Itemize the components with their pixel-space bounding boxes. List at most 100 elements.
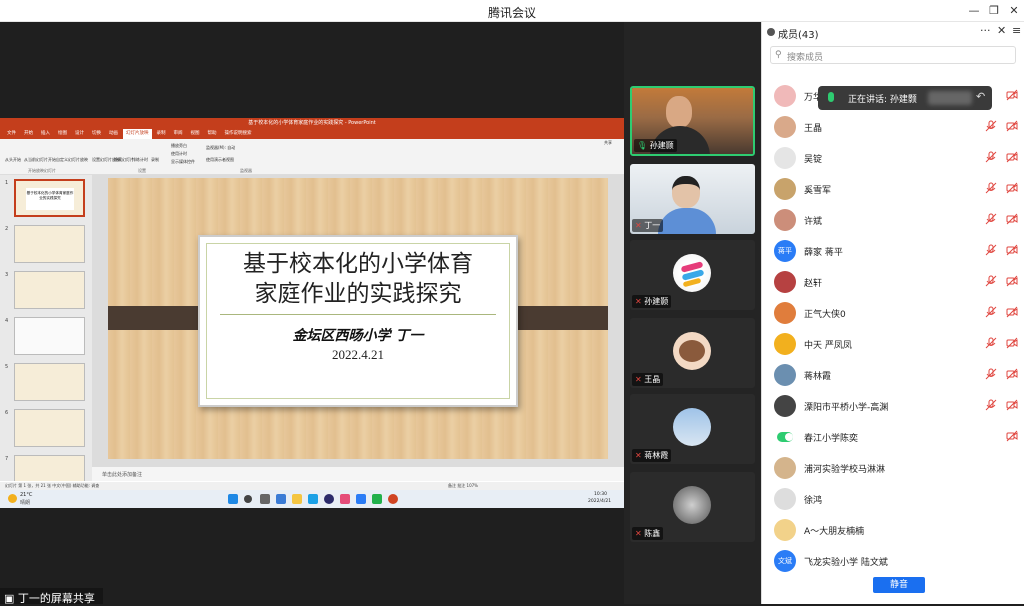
tab-insert[interactable]: 插入 xyxy=(38,129,53,139)
slide-canvas: 基于校本化的小学体育 家庭作业的实践探究 金坛区西旸小学 丁一 2022.4.2… xyxy=(92,175,624,467)
timings-checkbox[interactable]: 使用计时 xyxy=(171,151,187,157)
tab-view[interactable]: 视图 xyxy=(188,129,203,139)
member-row[interactable]: 正气大侠0 xyxy=(762,297,1024,328)
custom-show-button[interactable]: 自定义幻灯片放映 xyxy=(56,157,88,163)
undo-icon[interactable]: ↶ xyxy=(976,90,985,103)
file-explorer-icon[interactable] xyxy=(292,494,302,504)
rehearse-button[interactable]: 排练计时 xyxy=(132,157,148,163)
camera-off-icon[interactable] xyxy=(1006,399,1018,411)
slide-thumbnail[interactable] xyxy=(14,225,85,263)
task-view-icon[interactable] xyxy=(260,494,270,504)
camera-off-icon[interactable] xyxy=(1006,368,1018,380)
close-icon[interactable]: ✕ xyxy=(997,24,1006,37)
tab-home[interactable]: 开始 xyxy=(21,129,36,139)
mic-muted-icon[interactable] xyxy=(985,120,997,132)
member-row[interactable]: 徐鸿 xyxy=(762,483,1024,514)
camera-off-icon[interactable] xyxy=(1006,151,1018,163)
camera-off-icon[interactable] xyxy=(1006,275,1018,287)
from-current-button[interactable]: 从当前幻灯片开始 xyxy=(24,157,56,163)
video-tile[interactable]: 🎙 孙建颢 xyxy=(630,86,755,156)
camera-off-icon[interactable] xyxy=(1006,430,1018,442)
mic-muted-icon[interactable] xyxy=(985,368,997,380)
slide-thumbnail[interactable] xyxy=(14,317,85,355)
group-label-monitor: 监视器 xyxy=(240,168,252,173)
slide-thumbnail[interactable] xyxy=(14,409,85,447)
media-controls-checkbox[interactable]: 显示媒体控件 xyxy=(171,159,195,165)
camera-off-icon[interactable] xyxy=(1006,337,1018,349)
member-row[interactable]: 春江小学陈奕 xyxy=(762,421,1024,452)
tell-me-search[interactable]: 操作说明搜索 xyxy=(222,129,255,139)
wechat-icon[interactable] xyxy=(372,494,382,504)
mic-muted-icon[interactable] xyxy=(985,306,997,318)
tab-review[interactable]: 审阅 xyxy=(171,129,186,139)
camera-off-icon[interactable] xyxy=(1006,120,1018,132)
presenter-view-checkbox[interactable]: 使用演示者视图 xyxy=(206,157,234,163)
video-tile[interactable]: ✕ 陈鑫 xyxy=(630,472,755,542)
from-start-button[interactable]: 从头开始 xyxy=(5,157,21,163)
record-button[interactable]: 录制 xyxy=(151,157,159,163)
camera-off-icon[interactable] xyxy=(1006,306,1018,318)
search-icon[interactable] xyxy=(244,495,252,503)
member-row[interactable]: 浦河实验学校马淋淋 xyxy=(762,452,1024,483)
close-button[interactable]: ✕ xyxy=(1006,3,1022,19)
share-button[interactable]: 共享 xyxy=(604,140,612,146)
member-row[interactable]: 中天 严凤凤 xyxy=(762,328,1024,359)
slide[interactable]: 基于校本化的小学体育 家庭作业的实践探究 金坛区西旸小学 丁一 2022.4.2… xyxy=(108,178,608,459)
more-icon[interactable]: ··· xyxy=(980,24,991,37)
tab-record[interactable]: 录制 xyxy=(154,129,169,139)
member-row[interactable]: 吴锭 xyxy=(762,142,1024,173)
video-tile[interactable]: ✕ 丁一 xyxy=(630,164,755,234)
slide-divider xyxy=(220,314,496,315)
widgets-icon[interactable] xyxy=(276,494,286,504)
tab-design[interactable]: 设计 xyxy=(72,129,87,139)
member-row[interactable]: A～大朋友楠楠 xyxy=(762,514,1024,545)
menu-icon[interactable]: ≡ xyxy=(1012,24,1021,37)
tab-transitions[interactable]: 切换 xyxy=(89,129,104,139)
camera-off-icon[interactable] xyxy=(1006,213,1018,225)
tab-help[interactable]: 帮助 xyxy=(205,129,220,139)
monitor-select[interactable]: 监视器(M): 自动 xyxy=(206,145,235,151)
narration-checkbox[interactable]: 播放旁白 xyxy=(171,143,187,149)
slide-thumbnail[interactable] xyxy=(14,271,85,309)
camera-off-icon[interactable] xyxy=(1006,89,1018,101)
start-icon[interactable] xyxy=(228,494,238,504)
slide-thumbnail[interactable] xyxy=(14,455,85,481)
edge-icon[interactable] xyxy=(308,494,318,504)
mic-muted-icon[interactable] xyxy=(985,275,997,287)
mic-muted-icon[interactable] xyxy=(985,151,997,163)
member-row[interactable]: 蒋林霞 xyxy=(762,359,1024,390)
mic-muted-icon[interactable] xyxy=(985,182,997,194)
hide-slide-button[interactable]: 隐藏幻灯片 xyxy=(114,157,134,163)
member-row[interactable]: 许斌 xyxy=(762,204,1024,235)
member-row[interactable]: 文斌 飞龙实验小学 陆文斌 xyxy=(762,545,1024,576)
minimize-button[interactable]: — xyxy=(966,3,982,19)
mute-all-button[interactable]: 静音 xyxy=(873,577,925,593)
tab-draw[interactable]: 绘图 xyxy=(55,129,70,139)
restore-button[interactable]: ❐ xyxy=(986,3,1002,19)
app-icon[interactable] xyxy=(340,494,350,504)
steam-icon[interactable] xyxy=(324,494,334,504)
meeting-icon[interactable] xyxy=(356,494,366,504)
member-search-input[interactable]: ⚲ 搜索成员 xyxy=(770,46,1016,64)
slide-thumbnail[interactable] xyxy=(14,363,85,401)
notes-pane[interactable]: 单击此处添加备注 xyxy=(92,467,624,481)
tab-slideshow[interactable]: 幻灯片放映 xyxy=(123,129,152,139)
slide-thumbnail[interactable]: 基于校本化的小学体育家庭作业的实践探究 xyxy=(14,179,85,217)
tab-animations[interactable]: 动画 xyxy=(106,129,121,139)
camera-off-icon[interactable] xyxy=(1006,244,1018,256)
video-tile[interactable]: ✕ 孙建颢 xyxy=(630,240,755,310)
tab-file[interactable]: 文件 xyxy=(4,129,19,139)
member-row[interactable]: 奚雪军 xyxy=(762,173,1024,204)
member-row[interactable]: 王晶 xyxy=(762,111,1024,142)
mic-muted-icon[interactable] xyxy=(985,213,997,225)
camera-off-icon[interactable] xyxy=(1006,182,1018,194)
member-row[interactable]: 赵轩 xyxy=(762,266,1024,297)
video-tile[interactable]: ✕ 蒋林霞 xyxy=(630,394,755,464)
mic-muted-icon[interactable] xyxy=(985,244,997,256)
member-row[interactable]: 溧阳市平桥小学-高渊 xyxy=(762,390,1024,421)
member-row[interactable]: 蒋平 薛家 蒋平 xyxy=(762,235,1024,266)
video-tile[interactable]: ✕ 王晶 xyxy=(630,318,755,388)
mic-muted-icon[interactable] xyxy=(985,399,997,411)
mic-muted-icon[interactable] xyxy=(985,337,997,349)
powerpoint-icon[interactable] xyxy=(388,494,398,504)
